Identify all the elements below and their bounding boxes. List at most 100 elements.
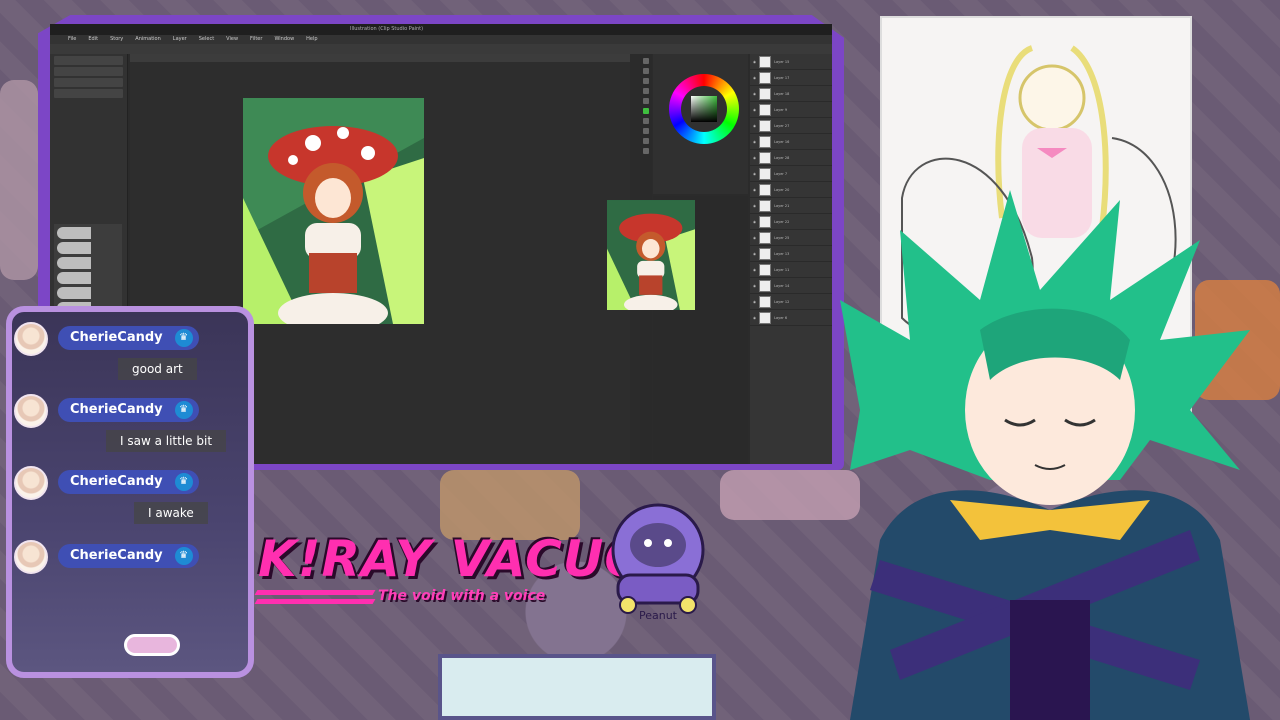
layer-row[interactable]: ◉ Layer 16 bbox=[750, 134, 832, 150]
layer-row[interactable]: ◉ Layer 27 bbox=[750, 118, 832, 134]
layer-thumbnail bbox=[759, 295, 772, 308]
ruler bbox=[130, 54, 630, 62]
menu-window[interactable]: Window bbox=[274, 35, 294, 44]
property-row[interactable] bbox=[54, 78, 123, 87]
color-wheel-center bbox=[681, 86, 727, 132]
avatar bbox=[14, 540, 48, 574]
eye-icon[interactable]: ◉ bbox=[753, 140, 756, 144]
tool-icon[interactable] bbox=[643, 58, 649, 64]
layer-row[interactable]: ◉ Layer 15 bbox=[750, 54, 832, 70]
chat-text: I saw a little bit bbox=[106, 430, 227, 452]
menu-animation[interactable]: Animation bbox=[135, 35, 161, 44]
avatar bbox=[14, 466, 48, 500]
eye-icon[interactable]: ◉ bbox=[753, 268, 756, 272]
chat-text: I awake bbox=[134, 502, 208, 524]
menu-select[interactable]: Select bbox=[199, 35, 214, 44]
layer-row[interactable]: ◉ Layer 9 bbox=[750, 102, 832, 118]
layer-thumbnail bbox=[759, 215, 772, 228]
layer-thumbnail bbox=[759, 263, 772, 276]
canvas-artwork bbox=[243, 98, 424, 324]
layer-row[interactable]: ◉ Layer 17 bbox=[750, 70, 832, 86]
tool-icon[interactable] bbox=[643, 128, 649, 134]
tool-icon[interactable] bbox=[643, 148, 649, 154]
menu-layer[interactable]: Layer bbox=[173, 35, 187, 44]
property-row[interactable] bbox=[54, 56, 123, 65]
tool-icon[interactable] bbox=[643, 98, 649, 104]
layer-thumbnail bbox=[759, 199, 772, 212]
chat-message: CherieCandy ♛ bbox=[14, 540, 244, 580]
eye-icon[interactable]: ◉ bbox=[753, 108, 756, 112]
tool-icon[interactable] bbox=[643, 68, 649, 74]
eye-icon[interactable]: ◉ bbox=[753, 60, 756, 64]
mascot-label: Peanut bbox=[639, 609, 678, 622]
menu-edit[interactable]: Edit bbox=[88, 35, 98, 44]
layer-row[interactable]: ◉ Layer 28 bbox=[750, 150, 832, 166]
layer-name: Layer 25 bbox=[774, 235, 790, 240]
property-row[interactable] bbox=[54, 89, 123, 98]
menu-view[interactable]: View bbox=[226, 35, 238, 44]
color-wheel[interactable] bbox=[669, 74, 739, 144]
chat-username-text: CherieCandy bbox=[70, 330, 163, 345]
layer-row[interactable]: ◉ Layer 18 bbox=[750, 86, 832, 102]
saturation-square[interactable] bbox=[691, 96, 717, 122]
crown-icon: ♛ bbox=[174, 329, 193, 347]
layer-thumbnail bbox=[759, 279, 772, 292]
chat-message: CherieCandy ♛ I saw a little bit bbox=[14, 394, 244, 458]
eye-icon[interactable]: ◉ bbox=[753, 92, 756, 96]
menu-story[interactable]: Story bbox=[110, 35, 123, 44]
eye-icon[interactable]: ◉ bbox=[753, 236, 756, 240]
chat-overlay: CherieCandy ♛ good art CherieCandy ♛ I s… bbox=[0, 296, 262, 684]
chat-username-text: CherieCandy bbox=[70, 548, 163, 563]
layer-name: Layer 6 bbox=[774, 315, 788, 320]
layer-thumbnail bbox=[759, 119, 772, 132]
brush-item[interactable] bbox=[57, 257, 119, 269]
eye-icon[interactable]: ◉ bbox=[753, 220, 756, 224]
layer-thumbnail bbox=[759, 183, 772, 196]
eye-icon[interactable]: ◉ bbox=[753, 156, 756, 160]
avatar bbox=[14, 322, 48, 356]
eye-icon[interactable]: ◉ bbox=[753, 124, 756, 128]
tool-icon[interactable] bbox=[643, 108, 649, 114]
layer-name: Layer 15 bbox=[774, 59, 790, 64]
menu-filter[interactable]: Filter bbox=[250, 35, 262, 44]
layer-thumbnail bbox=[759, 103, 772, 116]
crown-icon: ♛ bbox=[174, 401, 193, 419]
eye-icon[interactable]: ◉ bbox=[753, 284, 756, 288]
brush-item[interactable] bbox=[57, 242, 119, 254]
layer-name: Layer 17 bbox=[774, 75, 790, 80]
layer-name: Layer 12 bbox=[774, 299, 790, 304]
tool-icon[interactable] bbox=[643, 118, 649, 124]
chat-decoration-pill bbox=[124, 634, 180, 656]
eye-icon[interactable]: ◉ bbox=[753, 76, 756, 80]
command-toolbar[interactable] bbox=[50, 44, 832, 54]
eye-icon[interactable]: ◉ bbox=[753, 204, 756, 208]
chat-username: CherieCandy ♛ bbox=[58, 398, 199, 422]
layer-name: Layer 20 bbox=[774, 187, 790, 192]
property-row[interactable] bbox=[54, 67, 123, 76]
logo-subtitle: The void with a voice bbox=[378, 588, 546, 604]
tool-icon[interactable] bbox=[643, 78, 649, 84]
brush-item[interactable] bbox=[57, 227, 119, 239]
eye-icon[interactable]: ◉ bbox=[753, 188, 756, 192]
eye-icon[interactable]: ◉ bbox=[753, 316, 756, 320]
eye-icon[interactable]: ◉ bbox=[753, 172, 756, 176]
brush-item[interactable] bbox=[57, 272, 119, 284]
crown-icon: ♛ bbox=[174, 473, 193, 491]
menu-help[interactable]: Help bbox=[306, 35, 317, 44]
logo-stripes bbox=[254, 590, 376, 610]
chat-username: CherieCandy ♛ bbox=[58, 326, 199, 350]
navigator-thumbnail bbox=[607, 200, 695, 310]
menu-file[interactable]: File bbox=[68, 35, 76, 44]
eye-icon[interactable]: ◉ bbox=[753, 300, 756, 304]
chat-message: CherieCandy ♛ good art bbox=[14, 322, 244, 386]
layer-name: Layer 7 bbox=[774, 171, 788, 176]
layer-thumbnail bbox=[759, 167, 772, 180]
channel-logo: K!RAY VACUO The void with a voice bbox=[250, 530, 647, 625]
chat-username: CherieCandy ♛ bbox=[58, 470, 199, 494]
tool-icon[interactable] bbox=[643, 88, 649, 94]
eye-icon[interactable]: ◉ bbox=[753, 252, 756, 256]
tool-icon[interactable] bbox=[643, 138, 649, 144]
layer-thumbnail bbox=[759, 311, 772, 324]
color-wheel-panel[interactable] bbox=[653, 54, 748, 194]
layer-name: Layer 21 bbox=[774, 203, 790, 208]
